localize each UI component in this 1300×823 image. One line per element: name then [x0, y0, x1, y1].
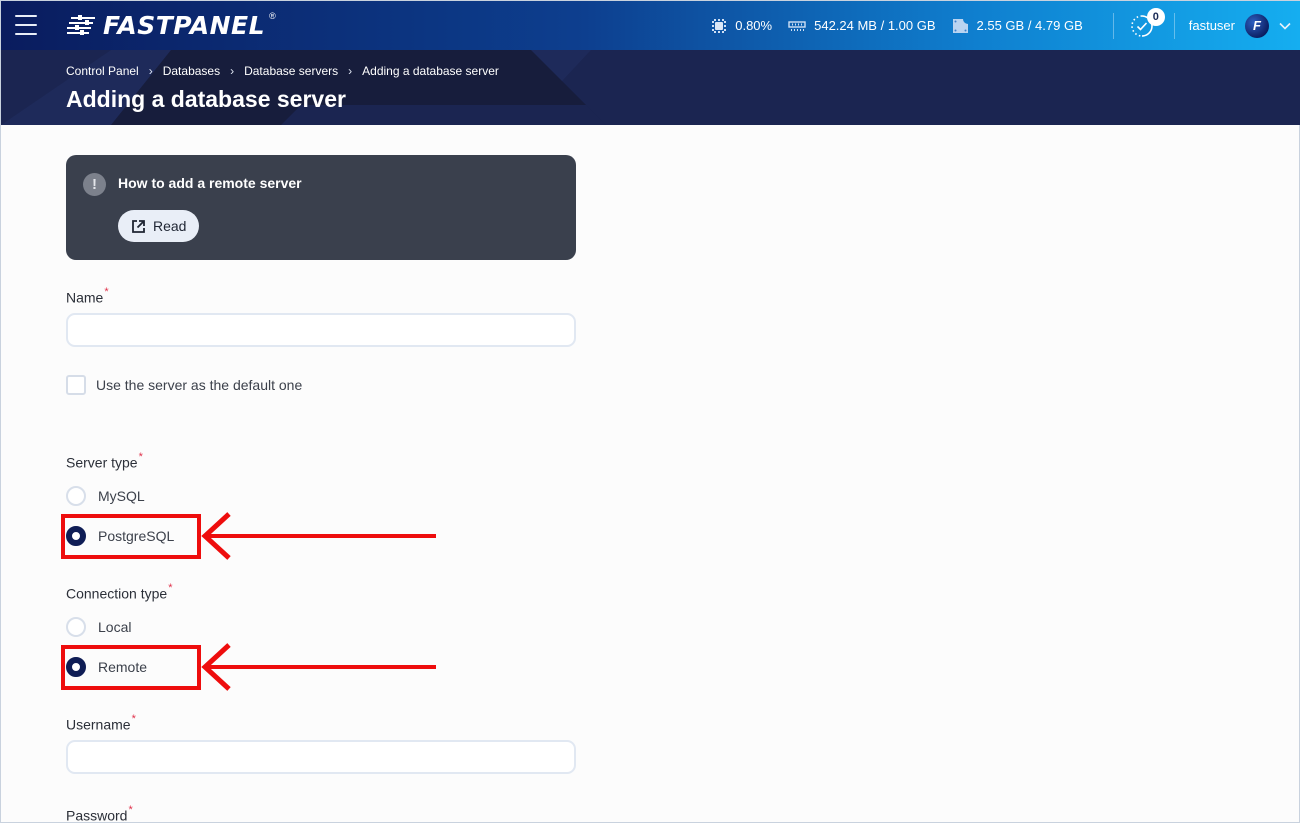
name-label: Name*	[66, 286, 109, 306]
required-mark: *	[168, 582, 173, 594]
radio-local[interactable]: Local	[66, 617, 131, 637]
external-link-icon	[132, 219, 145, 233]
ram-value: 542.24 MB / 1.00 GB	[814, 18, 936, 33]
exclamation-icon: !	[83, 173, 106, 196]
required-mark: *	[138, 451, 143, 463]
radio-button-checked[interactable]	[66, 526, 86, 546]
disk-stat: 2.55 GB / 4.79 GB	[952, 18, 1083, 34]
annotation-arrow-icon	[201, 643, 436, 691]
radio-button-checked[interactable]	[66, 657, 86, 677]
breadcrumb-separator: ›	[148, 64, 153, 78]
breadcrumb: Control Panel › Databases › Database ser…	[66, 64, 499, 78]
logo-text: FASTPANEL	[103, 10, 266, 40]
memory-icon	[788, 20, 806, 31]
system-stats: 0.80% 542.24 MB / 1.00 GB 2.55 GB / 4.79…	[711, 1, 1300, 50]
hamburger-menu-icon[interactable]	[15, 15, 37, 35]
logo-sliders-icon	[67, 15, 97, 35]
cpu-value: 0.80%	[735, 18, 773, 33]
ram-stat: 542.24 MB / 1.00 GB	[788, 18, 936, 33]
breadcrumb-current: Adding a database server	[362, 64, 499, 78]
username-label-text: Username	[66, 716, 131, 733]
username-label: Username*	[66, 713, 136, 733]
radio-remote[interactable]: Remote	[66, 657, 147, 677]
read-button[interactable]: Read	[118, 210, 200, 242]
breadcrumb-control-panel[interactable]: Control Panel	[66, 64, 139, 78]
disk-value: 2.55 GB / 4.79 GB	[976, 18, 1083, 33]
required-mark: *	[128, 804, 133, 816]
read-button-label: Read	[153, 218, 187, 234]
top-bar: FASTPANEL ® 0.80% 542.24 MB / 1.00 GB 2.…	[1, 1, 1300, 50]
radio-label: Remote	[98, 659, 148, 675]
radio-label: Local	[98, 619, 132, 635]
page-header: Control Panel › Databases › Database ser…	[1, 50, 1300, 125]
divider	[1112, 12, 1114, 39]
breadcrumb-separator: ›	[230, 64, 235, 78]
default-server-checkbox[interactable]	[66, 375, 86, 395]
password-label: Password*	[66, 804, 133, 823]
name-label-text: Name	[66, 289, 104, 306]
radio-mysql[interactable]: MySQL	[66, 486, 145, 506]
cpu-stat: 0.80%	[711, 18, 772, 34]
required-mark: *	[104, 286, 109, 298]
connection-type-label: Connection type*	[66, 582, 173, 602]
radio-label: MySQL	[98, 488, 145, 504]
info-card-title: How to add a remote server	[118, 175, 302, 191]
disk-icon	[952, 18, 968, 33]
name-input[interactable]	[66, 313, 576, 347]
radio-postgresql[interactable]: PostgreSQL	[66, 526, 174, 546]
radio-label: PostgreSQL	[98, 528, 175, 544]
logo[interactable]: FASTPANEL ®	[67, 10, 276, 40]
page-title: Adding a database server	[66, 86, 346, 112]
default-server-checkbox-label: Use the server as the default one	[96, 377, 303, 393]
logo-registered-mark: ®	[269, 11, 276, 21]
tasks-count-badge: 0	[1146, 7, 1165, 26]
tasks-button[interactable]: 0	[1128, 7, 1165, 40]
connection-type-label-text: Connection type	[66, 585, 168, 602]
server-type-label: Server type*	[66, 451, 143, 471]
radio-button[interactable]	[66, 486, 86, 506]
default-server-checkbox-row[interactable]: Use the server as the default one	[66, 375, 302, 395]
breadcrumb-database-servers[interactable]: Database servers	[244, 64, 338, 78]
breadcrumb-separator: ›	[348, 64, 353, 78]
annotation-arrow-icon	[201, 512, 436, 560]
divider	[1173, 12, 1175, 39]
user-menu[interactable]: fastuser F	[1188, 13, 1291, 38]
avatar: F	[1245, 13, 1269, 38]
required-mark: *	[131, 713, 136, 725]
breadcrumb-databases[interactable]: Databases	[163, 64, 220, 78]
info-card: ! How to add a remote server Read	[66, 155, 576, 260]
password-label-text: Password	[66, 807, 128, 823]
cpu-icon	[712, 18, 727, 33]
server-type-label-text: Server type	[66, 454, 138, 471]
chevron-down-icon	[1279, 22, 1291, 30]
radio-button[interactable]	[66, 617, 86, 637]
username: fastuser	[1188, 18, 1235, 33]
username-input[interactable]	[66, 740, 576, 774]
